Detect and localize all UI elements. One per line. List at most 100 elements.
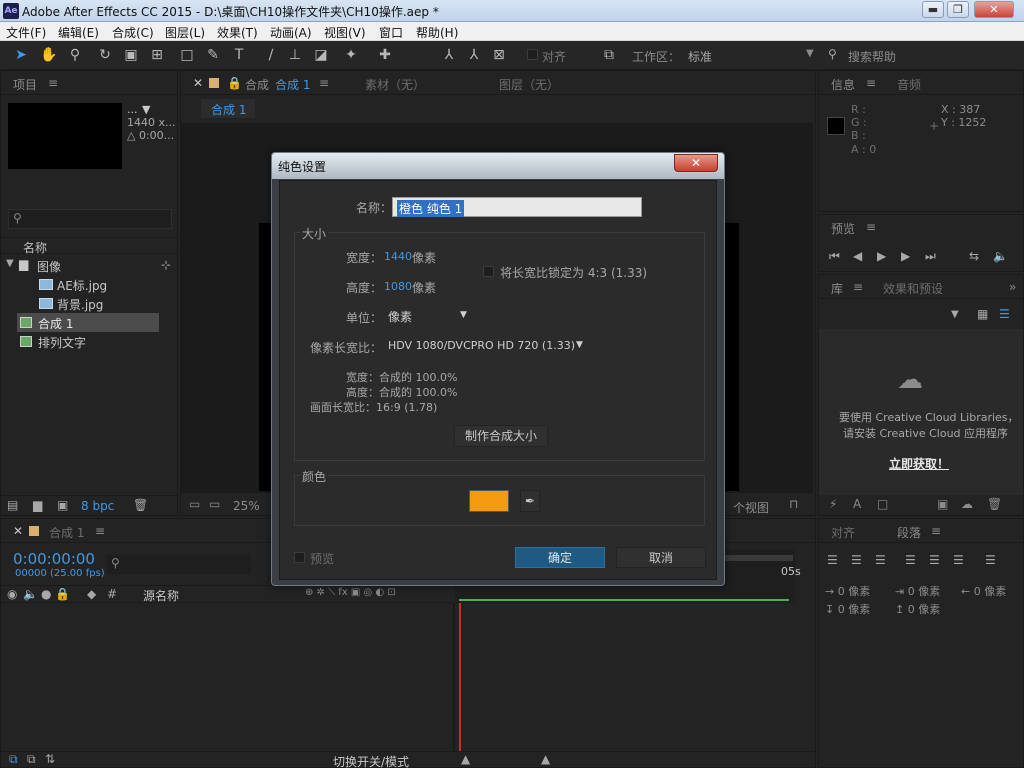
zoom-out-icon[interactable]: ▲: [461, 752, 470, 766]
layer-tab[interactable]: 图层（无）: [499, 76, 559, 93]
workspace-chevron-down-icon[interactable]: ▼: [806, 48, 814, 59]
delete-icon[interactable]: 🗑: [987, 497, 1002, 511]
solo-icon[interactable]: ●: [41, 587, 51, 601]
audio-icon[interactable]: 🔈: [993, 249, 1008, 263]
lock-ratio-label[interactable]: 将长宽比锁定为 4:3 (1.33): [500, 264, 647, 281]
unit-select-value[interactable]: 像素: [388, 308, 412, 325]
panel-menu-icon[interactable]: ≡: [853, 280, 863, 294]
panel-menu-icon[interactable]: ≡: [95, 524, 105, 538]
list-item-selected[interactable]: 合成 1: [17, 313, 159, 332]
toggle-icon[interactable]: ⊓: [789, 497, 798, 511]
menu-edit[interactable]: 编辑(E): [58, 24, 99, 41]
comp-tab[interactable]: 合成 1: [275, 76, 310, 93]
info-tab[interactable]: 信息: [831, 76, 855, 93]
name-input[interactable]: 橙色 纯色 1: [392, 197, 642, 217]
add-text-icon[interactable]: A: [853, 497, 861, 511]
list-item[interactable]: 排列文字: [17, 332, 159, 351]
eyedropper-icon[interactable]: ✒: [520, 490, 540, 512]
folder-expand-icon[interactable]: ▼: [6, 258, 14, 269]
clone-stamp-tool-icon[interactable]: ⊥: [286, 46, 304, 64]
world-axis-icon[interactable]: ⅄: [465, 46, 483, 64]
source-name-header[interactable]: 源名称: [143, 587, 179, 604]
minimize-button[interactable]: ▬: [922, 1, 944, 18]
playhead-line[interactable]: [459, 603, 461, 751]
interpret-footage-icon[interactable]: ▤: [7, 498, 18, 512]
first-frame-icon[interactable]: ⏮: [829, 249, 840, 264]
bpc-value[interactable]: 8 bpc: [81, 499, 114, 513]
column-name[interactable]: 名称: [23, 239, 47, 256]
cancel-button[interactable]: 取消: [616, 547, 706, 568]
audio-tab[interactable]: 音频: [897, 76, 921, 93]
hand-tool-icon[interactable]: ✋: [40, 46, 58, 64]
comp-breadcrumb[interactable]: 合成 1: [201, 99, 255, 118]
lock-icon[interactable]: 🔒: [55, 587, 70, 601]
network-icon[interactable]: ⊹: [161, 258, 171, 272]
sync-icon[interactable]: ☁: [961, 497, 973, 511]
next-frame-icon[interactable]: ▶: [901, 249, 910, 263]
indent-first[interactable]: 0 像素: [908, 585, 941, 598]
justify-all-icon[interactable]: ☰: [985, 553, 996, 567]
camera-tool-icon[interactable]: ▣: [122, 46, 140, 64]
visibility-icon[interactable]: ◉: [7, 587, 17, 601]
dialog-close-button[interactable]: ✕: [674, 154, 718, 172]
menu-view[interactable]: 视图(V): [324, 24, 366, 41]
lock-icon[interactable]: 🔒: [227, 76, 242, 90]
toggle-switches-modes[interactable]: 切换开关/模式: [333, 753, 409, 768]
close-tab-icon[interactable]: ✕: [13, 524, 23, 538]
space-before[interactable]: 0 像素: [838, 603, 871, 616]
menu-window[interactable]: 窗口: [379, 24, 403, 41]
space-after[interactable]: 0 像素: [908, 603, 941, 616]
new-comp-icon[interactable]: ▣: [57, 498, 68, 512]
menu-file[interactable]: 文件(F): [6, 24, 46, 41]
align-center-icon[interactable]: ☰: [851, 553, 862, 567]
panel-menu-icon[interactable]: ≡: [319, 76, 329, 90]
make-comp-size-button[interactable]: 制作合成大小: [454, 425, 548, 447]
work-area-range[interactable]: [459, 599, 789, 601]
current-timecode[interactable]: 0:00:00:00: [13, 550, 95, 568]
close-button[interactable]: ✕: [974, 1, 1014, 18]
grid-view-icon[interactable]: ▦: [977, 307, 988, 321]
selection-tool-icon[interactable]: ➤: [12, 46, 30, 64]
color-swatch-button[interactable]: [469, 490, 509, 512]
justify-center-icon[interactable]: ☰: [929, 553, 940, 567]
project-tab[interactable]: 项目: [13, 76, 37, 93]
width-value[interactable]: 1440: [384, 250, 412, 263]
name-input-value[interactable]: 橙色 纯色 1: [397, 200, 465, 217]
maximize-button[interactable]: ❐: [947, 1, 969, 18]
justify-right-icon[interactable]: ☰: [953, 553, 964, 567]
new-folder-icon[interactable]: ▆: [33, 498, 42, 512]
rotate-tool-icon[interactable]: ↻: [96, 46, 114, 64]
last-frame-icon[interactable]: ⏭: [925, 249, 936, 264]
bpc-label[interactable]: 8 bpc: [81, 499, 114, 513]
indent-left[interactable]: 0 像素: [838, 585, 871, 598]
render-time-icon[interactable]: ⧉: [27, 752, 36, 767]
snap-checkbox[interactable]: [527, 49, 538, 60]
indent-first-value[interactable]: ⇥ 0 像素: [895, 583, 940, 599]
space-before-value[interactable]: ↧ 0 像素: [825, 601, 870, 617]
paragraph-tab[interactable]: 段落: [897, 524, 921, 541]
pixel-aspect-chevron-down-icon[interactable]: ▼: [576, 340, 583, 350]
list-item[interactable]: 背景.jpg: [1, 294, 177, 313]
height-value[interactable]: 1080: [384, 280, 412, 293]
close-tab-icon[interactable]: ✕: [193, 76, 203, 90]
panel-menu-icon[interactable]: ≡: [866, 220, 876, 234]
brush-tool-icon[interactable]: ∕: [262, 46, 280, 64]
pixel-aspect-select[interactable]: HDV 1080/DVCPRO HD 720 (1.33) ▼: [382, 336, 590, 356]
local-axis-icon[interactable]: ⅄: [440, 46, 458, 64]
ok-button[interactable]: 确定: [515, 547, 605, 568]
project-search-input[interactable]: ⚲: [8, 209, 172, 229]
menu-help[interactable]: 帮助(H): [416, 24, 458, 41]
stock-icon[interactable]: ▣: [937, 497, 948, 511]
view-layout-select[interactable]: 个视图: [733, 499, 769, 516]
align-tab[interactable]: 对齐: [831, 524, 855, 541]
list-item[interactable]: ▼ ▆ 图像 ⊹: [1, 256, 177, 275]
zoom-tool-icon[interactable]: ⚲: [66, 46, 84, 64]
puppet-pin-tool-icon[interactable]: ✚: [376, 46, 394, 64]
preview-label[interactable]: 预览: [310, 550, 334, 567]
switches-icons[interactable]: ⊕ ✲ ⟍ fx ▣ ◎ ◐ ⊡: [305, 587, 396, 598]
menu-effect[interactable]: 效果(T): [217, 24, 258, 41]
library-chevron-down-icon[interactable]: ▼: [951, 309, 959, 320]
view-axis-icon[interactable]: ⊠: [490, 46, 508, 64]
add-color-icon[interactable]: □: [877, 497, 888, 511]
pixel-aspect-value[interactable]: HDV 1080/DVCPRO HD 720 (1.33): [388, 339, 575, 352]
